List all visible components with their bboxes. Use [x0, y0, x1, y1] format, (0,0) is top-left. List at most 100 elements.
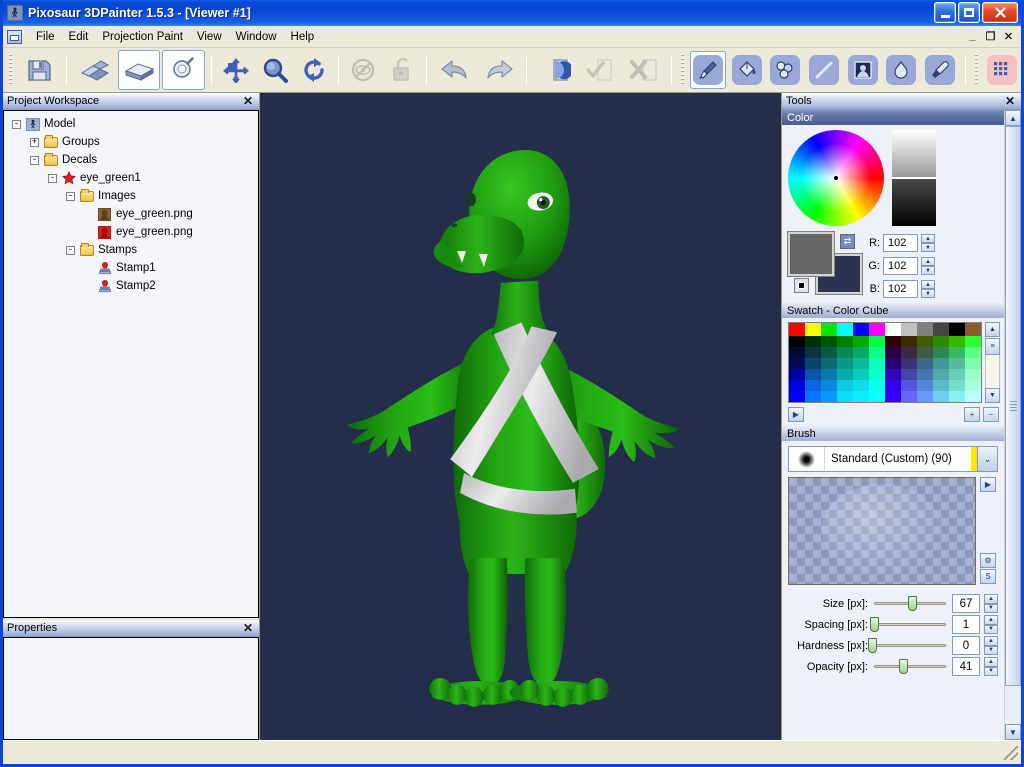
foreground-color-swatch[interactable]	[787, 231, 835, 277]
brush-combo-chevron-down-icon[interactable]: ⌄	[977, 447, 997, 471]
red-spinner[interactable]: ▲ ▼	[921, 234, 935, 252]
texture-grid-button[interactable]	[983, 51, 1020, 89]
padlock-button[interactable]	[384, 51, 421, 89]
swatch-cell[interactable]	[853, 391, 869, 402]
red-input[interactable]: 102	[883, 234, 918, 252]
default-colors-icon[interactable]	[794, 278, 809, 293]
mdi-close-button[interactable]: ✕	[1000, 28, 1017, 44]
swatch-cell[interactable]	[789, 391, 805, 402]
brush-tool-button[interactable]	[689, 51, 727, 89]
swatch-scroll-up-icon[interactable]: ▲	[985, 322, 1000, 337]
swatch-cell[interactable]	[949, 358, 965, 369]
swatch-scroll-track[interactable]	[985, 355, 1000, 388]
swatch-cell[interactable]	[853, 369, 869, 380]
swatch-cell[interactable]	[805, 347, 821, 358]
size-slider[interactable]	[872, 595, 948, 613]
swatch-cell[interactable]	[805, 369, 821, 380]
swatch-cell[interactable]	[837, 391, 853, 402]
swatch-cell[interactable]	[853, 380, 869, 391]
swatch-add-icon[interactable]: +	[964, 407, 980, 422]
blue-input[interactable]: 102	[883, 280, 918, 298]
swatch-cell[interactable]	[885, 380, 901, 391]
color-cube-grid[interactable]	[789, 336, 981, 402]
swatch-cell[interactable]	[805, 336, 821, 347]
swatch-section-header[interactable]: Swatch - Color Cube	[782, 303, 1004, 318]
zoom-button[interactable]	[256, 51, 293, 89]
tree-item-decals[interactable]: - Decals	[8, 151, 258, 169]
swatch-cell[interactable]	[805, 391, 821, 402]
swatch-cell[interactable]	[901, 336, 917, 347]
brush-settings-gear-icon[interactable]: ⚙	[980, 553, 996, 568]
tree-item-stamp2[interactable]: Stamp2	[8, 277, 258, 295]
unfold-uv-button[interactable]	[73, 50, 116, 90]
viewer-1-viewport[interactable]	[259, 93, 782, 740]
opacity-spinner[interactable]: ▲ ▼	[984, 657, 998, 676]
swap-colors-icon[interactable]: ⇄	[840, 234, 855, 249]
swatch-cell[interactable]	[933, 380, 949, 391]
swatch-cell[interactable]	[837, 358, 853, 369]
opacity-slider-thumb[interactable]	[899, 659, 909, 674]
size-input[interactable]: 67	[952, 594, 980, 613]
tools-scroll-down-icon[interactable]: ▼	[1005, 724, 1021, 740]
swatch-cell[interactable]	[965, 347, 981, 358]
swatch-cell[interactable]	[821, 391, 837, 402]
toolbar-grip[interactable]	[8, 54, 14, 86]
properties-content[interactable]	[3, 637, 259, 740]
menu-window[interactable]: Window	[229, 28, 284, 46]
collapse-icon[interactable]: -	[66, 191, 75, 201]
swatch-cell[interactable]	[789, 323, 805, 336]
swatch-cell[interactable]	[885, 323, 901, 336]
menu-view[interactable]: View	[190, 28, 229, 46]
swatch-cell[interactable]	[869, 336, 885, 347]
hardness-slider-thumb[interactable]	[868, 638, 877, 653]
swatch-cell[interactable]	[965, 369, 981, 380]
eyedropper-tool-button[interactable]	[922, 51, 959, 89]
tools-scroll-track[interactable]	[1005, 126, 1021, 724]
swatch-cell[interactable]	[901, 391, 917, 402]
swatch-scroll-down-icon[interactable]: ▼	[985, 388, 1000, 403]
pan-button[interactable]	[218, 51, 255, 89]
opacity-slider[interactable]	[872, 658, 948, 676]
swatch-cell[interactable]	[837, 323, 853, 336]
green-spinner[interactable]: ▲ ▼	[921, 257, 935, 275]
maximize-button[interactable]	[958, 2, 980, 23]
swatch-cell[interactable]	[885, 358, 901, 369]
tree-item-stamp1[interactable]: Stamp1	[8, 259, 258, 277]
tree-item-stamps[interactable]: - Stamps	[8, 241, 258, 259]
hue-saturation-wheel[interactable]	[788, 130, 884, 226]
collapse-icon[interactable]: -	[30, 155, 39, 165]
mdi-restore-button[interactable]: ❐	[982, 28, 999, 44]
swatch-cell[interactable]	[853, 336, 869, 347]
swatch-cell[interactable]	[821, 323, 837, 336]
swatch-cell[interactable]	[917, 380, 933, 391]
swatch-cell[interactable]	[949, 323, 965, 336]
tools-close-icon[interactable]: ✕	[1003, 95, 1017, 107]
spacing-spinner[interactable]: ▲ ▼	[984, 615, 998, 634]
swatch-cell[interactable]	[901, 369, 917, 380]
color-cube-top-row[interactable]	[789, 323, 981, 336]
swatch-cell[interactable]	[837, 380, 853, 391]
swatch-cell[interactable]	[837, 369, 853, 380]
hardness-spinner[interactable]: ▲ ▼	[984, 636, 998, 655]
swatch-menu-icon[interactable]: ▶	[788, 407, 804, 422]
hide-eye-button[interactable]	[345, 51, 382, 89]
swatch-cell[interactable]	[885, 347, 901, 358]
swatch-cell[interactable]	[789, 347, 805, 358]
swatch-cell[interactable]	[917, 358, 933, 369]
begin-projection-button[interactable]	[533, 50, 576, 90]
paint-toolbar-grip[interactable]	[679, 54, 686, 86]
project-tree[interactable]: - Model + Groups - Decals - eye_green1- Images ey…	[3, 110, 259, 618]
tree-item-model[interactable]: - Model	[8, 115, 258, 133]
swatch-cell[interactable]	[933, 391, 949, 402]
menu-file[interactable]: File	[29, 28, 62, 46]
flat-view-button[interactable]	[117, 50, 161, 90]
tools-scroll-up-icon[interactable]: ▲	[1005, 110, 1021, 126]
swatch-cell[interactable]	[789, 380, 805, 391]
cancel-projection-button[interactable]	[622, 50, 665, 90]
swatch-scrollbar[interactable]: ▲ ≡ ▼	[985, 322, 1000, 403]
swatch-cell[interactable]	[869, 380, 885, 391]
swatch-cell[interactable]	[933, 358, 949, 369]
tree-item-eye-green-png[interactable]: eye_green.png	[8, 223, 258, 241]
brush-menu-icon[interactable]: ▶	[980, 477, 996, 492]
redo-button[interactable]	[478, 50, 521, 90]
